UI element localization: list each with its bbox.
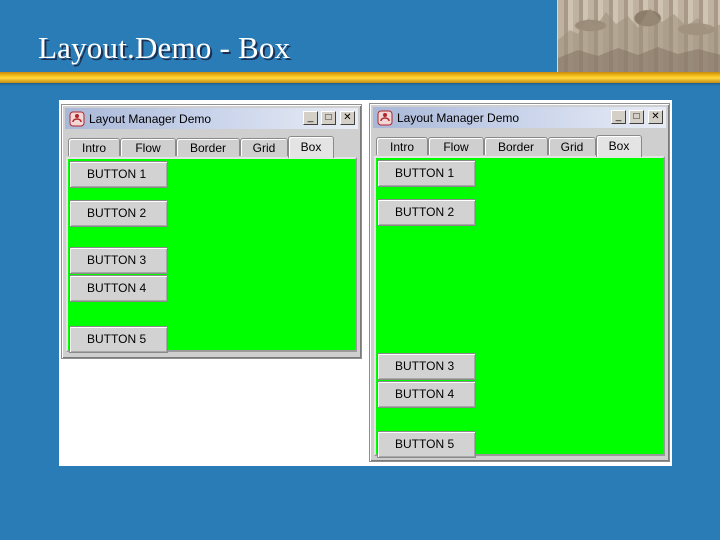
- tab-box[interactable]: Box: [596, 135, 642, 157]
- tab-border[interactable]: Border: [484, 137, 548, 155]
- box-content-pane: BUTTON 1 BUTTON 2 BUTTON 3 BUTTON 4 BUTT…: [374, 156, 665, 458]
- close-icon[interactable]: ✕: [648, 110, 663, 124]
- tab-grid[interactable]: Grid: [548, 137, 596, 155]
- tab-flow[interactable]: Flow: [120, 138, 176, 156]
- button-4[interactable]: BUTTON 4: [377, 381, 476, 408]
- tab-strip: Intro Flow Border Grid Box: [66, 136, 357, 158]
- minimize-icon[interactable]: _: [611, 110, 626, 124]
- header-photo: [557, 0, 720, 73]
- button-3[interactable]: BUTTON 3: [377, 353, 476, 380]
- tab-intro[interactable]: Intro: [68, 138, 120, 156]
- java-app-icon: [377, 110, 393, 126]
- button-4[interactable]: BUTTON 4: [69, 275, 168, 302]
- tab-grid[interactable]: Grid: [240, 138, 288, 156]
- tab-border[interactable]: Border: [176, 138, 240, 156]
- button-3[interactable]: BUTTON 3: [69, 247, 168, 274]
- button-5[interactable]: BUTTON 5: [69, 326, 168, 353]
- window-title: Layout Manager Demo: [89, 112, 212, 126]
- button-2[interactable]: BUTTON 2: [69, 200, 168, 227]
- tab-flow[interactable]: Flow: [428, 137, 484, 155]
- slide-title: Layout.Demo - Box: [38, 30, 291, 65]
- maximize-icon[interactable]: □: [629, 110, 644, 124]
- accent-stripe: [0, 72, 720, 83]
- button-1[interactable]: BUTTON 1: [377, 160, 476, 187]
- button-1[interactable]: BUTTON 1: [69, 161, 168, 188]
- title-bar[interactable]: Layout Manager Demo _ □ ✕: [65, 108, 358, 129]
- window-right: Layout Manager Demo _ □ ✕ Intro Flow Bor…: [369, 103, 670, 462]
- window-left: Layout Manager Demo _ □ ✕ Intro Flow Bor…: [61, 104, 362, 359]
- box-content-pane: BUTTON 1 BUTTON 2 BUTTON 3 BUTTON 4 BUTT…: [66, 157, 357, 353]
- minimize-icon[interactable]: _: [303, 111, 318, 125]
- close-icon[interactable]: ✕: [340, 111, 355, 125]
- window-title: Layout Manager Demo: [397, 111, 520, 125]
- java-app-icon: [69, 111, 85, 127]
- tab-intro[interactable]: Intro: [376, 137, 428, 155]
- accent-stripe-shadow: [0, 83, 720, 86]
- tab-strip: Intro Flow Border Grid Box: [374, 135, 665, 157]
- tab-box[interactable]: Box: [288, 136, 334, 158]
- title-bar[interactable]: Layout Manager Demo _ □ ✕: [373, 107, 666, 128]
- button-5[interactable]: BUTTON 5: [377, 431, 476, 458]
- maximize-icon[interactable]: □: [321, 111, 336, 125]
- button-2[interactable]: BUTTON 2: [377, 199, 476, 226]
